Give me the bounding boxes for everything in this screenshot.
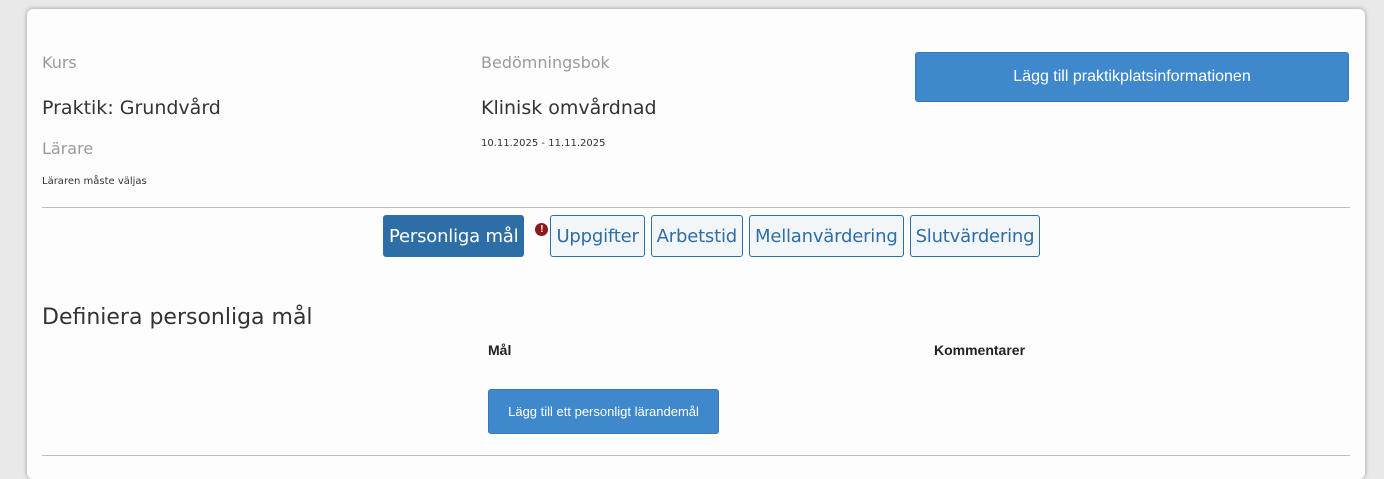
- assessment-card: Kurs Praktik: Grundvård Lärare Läraren m…: [27, 9, 1365, 479]
- teacher-note: Läraren måste väljas: [42, 176, 147, 187]
- add-placement-info-button[interactable]: Lägg till praktikplatsinformationen: [915, 52, 1349, 102]
- tab-label: Mellanvärdering: [755, 225, 898, 247]
- warning-icon: !: [535, 222, 549, 236]
- tab-uppgifter[interactable]: Uppgifter: [550, 215, 645, 257]
- tab-mellanvardering[interactable]: Mellanvärdering: [749, 215, 904, 257]
- tab-slutvardering[interactable]: Slutvärdering: [909, 215, 1041, 257]
- tab-bar: Personliga mål ! Uppgifter Arbetstid Mel…: [383, 215, 1046, 257]
- course-label: Kurs: [42, 53, 77, 72]
- date-range: 10.11.2025 - 11.11.2025: [481, 138, 606, 149]
- tab-label: Uppgifter: [556, 225, 639, 247]
- tab-arbetstid[interactable]: Arbetstid: [650, 215, 743, 257]
- add-learning-goal-button[interactable]: Lägg till ett personligt lärandemål: [488, 389, 719, 434]
- column-header-comments: Kommentarer: [934, 342, 1026, 358]
- column-header-goal: Mål: [488, 342, 512, 358]
- section-title: Definiera personliga mål: [42, 305, 313, 330]
- header-divider: [42, 207, 1350, 208]
- tab-label: Personliga mål: [389, 225, 519, 247]
- gradebook-value: Klinisk omvårdnad: [481, 97, 657, 119]
- bottom-divider: [42, 455, 1350, 456]
- tab-label: Arbetstid: [656, 225, 738, 247]
- teacher-label: Lärare: [42, 139, 94, 158]
- course-value: Praktik: Grundvård: [42, 97, 221, 119]
- tab-personliga-mal[interactable]: Personliga mål: [383, 215, 525, 257]
- tab-label: Slutvärdering: [915, 225, 1035, 247]
- gradebook-label: Bedömningsbok: [481, 53, 610, 72]
